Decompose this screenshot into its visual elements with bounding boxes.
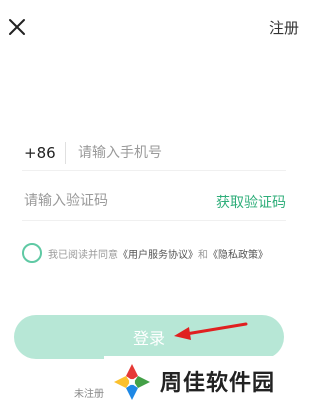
user-agreement-link[interactable]: 《用户服务协议》 [118, 250, 198, 261]
agreement-checkbox[interactable] [22, 243, 42, 263]
get-code-button[interactable]: 获取验证码 [216, 192, 286, 212]
bottom-hint: 未注册 [74, 389, 104, 400]
code-input[interactable] [24, 188, 184, 214]
watermark-logo-icon [114, 364, 150, 400]
watermark: 周佳软件园 [104, 356, 307, 408]
close-icon [9, 19, 25, 35]
arrow-annotation-icon [174, 322, 248, 340]
divider [65, 142, 66, 164]
phone-input[interactable] [78, 140, 278, 166]
phone-row: +86 [22, 136, 286, 171]
register-link[interactable]: 注册 [269, 17, 299, 38]
agreement-text: 我已阅读并同意《用户服务协议》和《隐私政策》 [48, 246, 268, 261]
agreement-and: 和 [198, 250, 208, 261]
watermark-text: 周佳软件园 [160, 371, 276, 396]
agreement-row: 我已阅读并同意《用户服务协议》和《隐私政策》 [22, 243, 307, 265]
code-row: 获取验证码 [22, 186, 286, 221]
country-code[interactable]: +86 [24, 144, 56, 162]
agreement-prefix: 我已阅读并同意 [48, 250, 118, 261]
close-button[interactable] [6, 16, 28, 38]
privacy-policy-link[interactable]: 《隐私政策》 [208, 250, 268, 261]
